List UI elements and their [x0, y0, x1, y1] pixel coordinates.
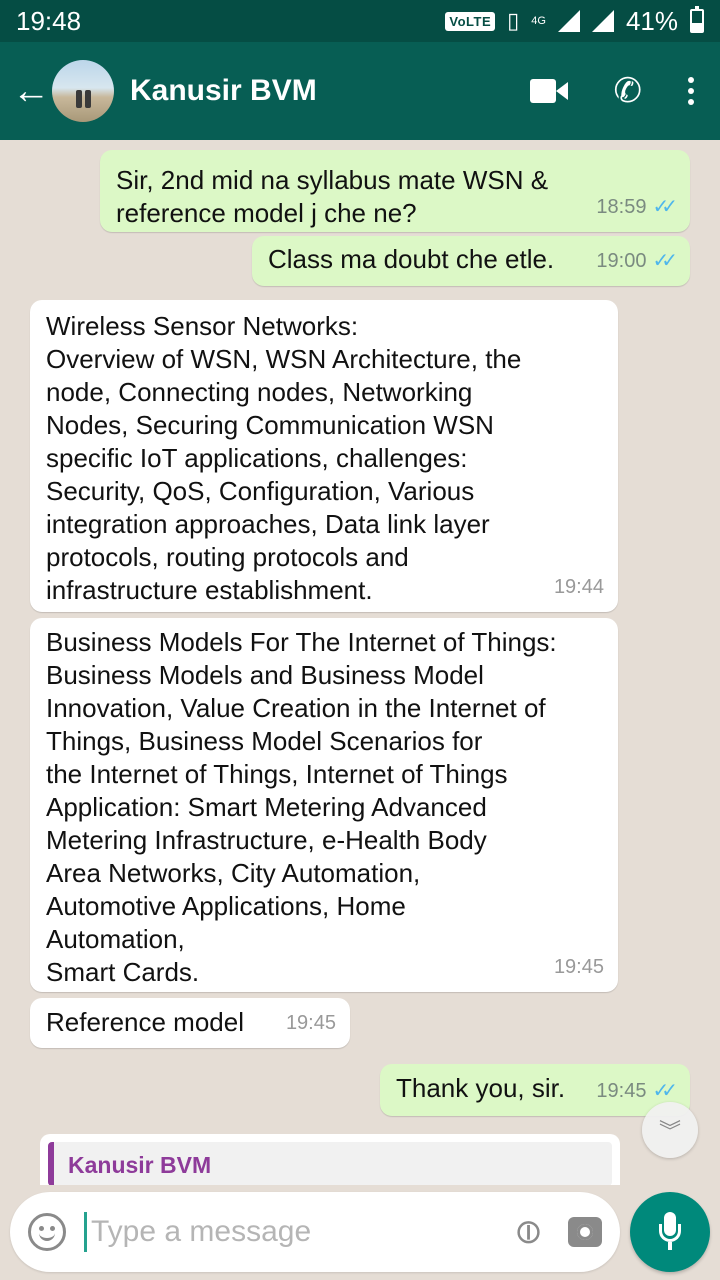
quoted-author: Kanusir BVM — [68, 1152, 212, 1178]
back-arrow-icon[interactable]: ← — [12, 72, 50, 110]
phone-icon[interactable]: ✆ — [614, 74, 643, 108]
quoted-reply-bubble[interactable]: Kanusir BVM — [40, 1134, 620, 1185]
message-text: Sir, 2nd mid na syllabus mate WSN & refe… — [116, 165, 549, 228]
message-bubble-in[interactable]: Reference model 19:45 — [30, 998, 350, 1048]
message-time: 19:45 — [596, 1080, 647, 1102]
message-time: 19:00 — [596, 250, 647, 272]
avatar-figure-1 — [76, 90, 82, 108]
voice-record-button[interactable] — [630, 1192, 710, 1272]
signal-icon-2 — [591, 10, 614, 32]
message-input[interactable] — [84, 1212, 506, 1252]
chevron-down-icon: ︾ — [658, 1119, 681, 1144]
message-bubble-in[interactable]: Business Models For The Internet of Thin… — [30, 618, 618, 992]
signal-icon — [557, 10, 580, 32]
volte-indicator: VoLTE — [445, 11, 496, 31]
attach-icon[interactable]: ⊘ — [504, 1208, 552, 1256]
chat-header: ← Kanusir BVM ✆ — [0, 42, 720, 140]
emoji-icon[interactable] — [28, 1213, 66, 1251]
message-bubble-in[interactable]: Wireless Sensor Networks: Overview of WS… — [30, 300, 618, 612]
message-text: Wireless Sensor Networks: Overview of WS… — [46, 311, 522, 605]
status-icons: VoLTE ▯ 4G 41% — [445, 6, 704, 37]
message-bubble-out[interactable]: Thank you, sir. 19:45 ✓✓ — [380, 1064, 690, 1116]
message-time: 19:44 — [553, 576, 604, 598]
camera-icon[interactable] — [568, 1217, 602, 1247]
microphone-icon — [657, 1212, 683, 1252]
chat-area[interactable]: Sir, 2nd mid na syllabus mate WSN & refe… — [0, 140, 720, 1185]
battery-percent: 41% — [625, 5, 678, 36]
message-time: 19:45 — [285, 1012, 336, 1034]
read-receipt-icon: ✓✓ — [652, 196, 677, 218]
read-receipt-icon: ✓✓ — [652, 250, 677, 272]
contact-name[interactable]: Kanusir BVM — [130, 74, 530, 108]
message-composer: ⊘ — [10, 1192, 620, 1272]
header-actions: ✆ — [529, 74, 694, 108]
scroll-to-bottom-button[interactable]: ︾ — [642, 1102, 698, 1158]
message-bubble-out[interactable]: Class ma doubt che etle. 19:00 ✓✓ — [252, 236, 690, 286]
message-meta: 19:44 — [554, 571, 604, 604]
message-meta: 19:45 — [286, 1007, 336, 1040]
message-time: 19:45 — [553, 956, 604, 978]
quoted-message: Kanusir BVM — [48, 1142, 612, 1185]
battery-icon — [690, 6, 704, 33]
vibrate-icon: ▯ — [507, 8, 520, 33]
avatar-figure-2 — [85, 90, 91, 108]
status-time: 19:48 — [16, 5, 82, 36]
status-bar: 19:48 VoLTE ▯ 4G 41% — [0, 0, 720, 42]
avatar[interactable] — [52, 60, 114, 122]
message-text: Business Models For The Internet of Thin… — [46, 627, 557, 987]
message-meta: 19:45 — [554, 951, 604, 984]
network-type: 4G — [531, 15, 546, 27]
message-meta: 19:00 ✓✓ — [596, 245, 677, 278]
message-meta: 18:59 ✓✓ — [596, 191, 677, 224]
message-bubble-out[interactable]: Sir, 2nd mid na syllabus mate WSN & refe… — [100, 150, 690, 232]
video-call-icon[interactable] — [529, 79, 568, 103]
more-options-icon[interactable] — [688, 77, 694, 105]
message-time: 18:59 — [596, 196, 647, 218]
